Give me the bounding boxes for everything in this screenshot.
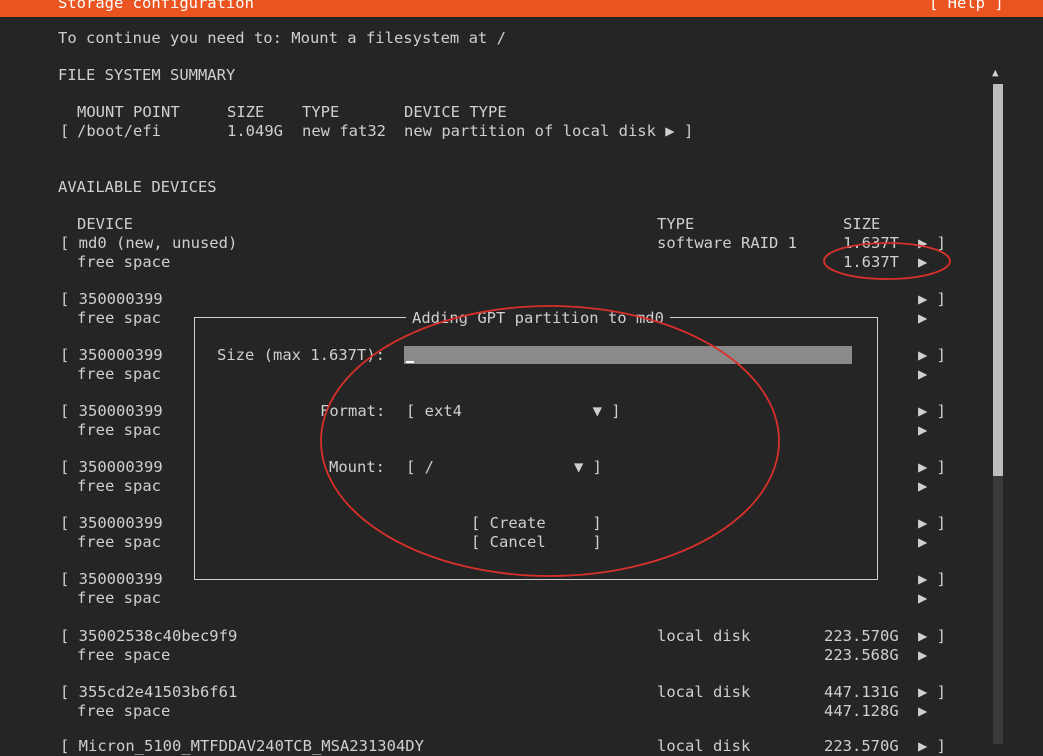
annotation-overlay xyxy=(320,242,951,577)
annotation-ellipse-free-space xyxy=(823,242,951,280)
annotation-ellipse-dialog xyxy=(320,305,780,577)
